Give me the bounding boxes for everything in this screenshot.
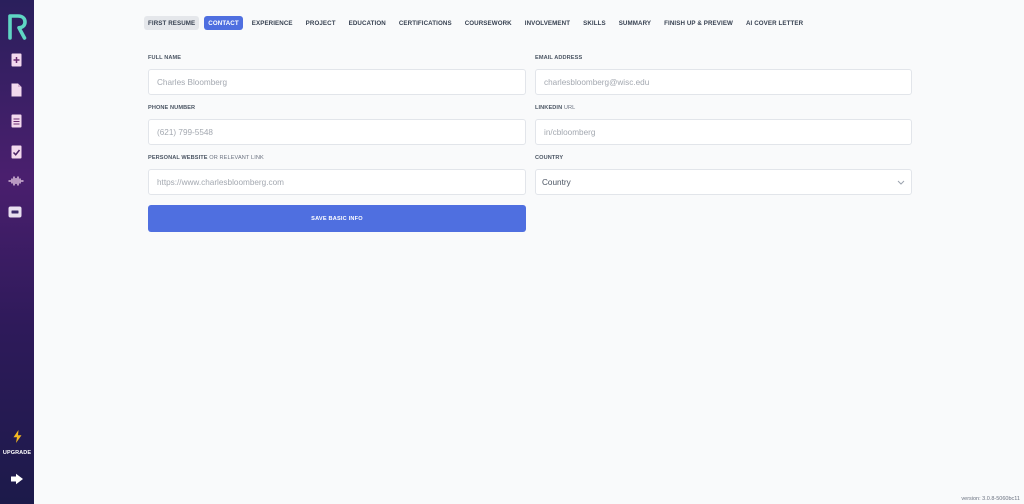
sidebar-item-resumes[interactable]	[9, 82, 23, 98]
website-label-text: PERSONAL WEBSITE	[148, 155, 208, 161]
upgrade-button[interactable]: UPGRADE	[0, 430, 34, 456]
tab-finish-up-preview[interactable]: FINISH UP & PREVIEW	[660, 16, 737, 30]
tab-involvement[interactable]: INVOLVEMENT	[521, 16, 574, 30]
country-label: COUNTRY	[535, 155, 564, 161]
sidebar: UPGRADE	[0, 0, 34, 504]
sidebar-item-chat[interactable]	[8, 204, 22, 220]
tab-experience[interactable]: EXPERIENCE	[248, 16, 297, 30]
sidebar-item-review[interactable]	[9, 144, 23, 160]
phone-label: PHONE NUMBER	[148, 105, 196, 111]
linkedin-label: LINKEDIN URL	[535, 105, 575, 111]
document-lines-icon	[11, 114, 21, 128]
section-tabs: FIRST RESUME CONTACT EXPERIENCE PROJECT …	[144, 16, 807, 30]
tab-ai-cover-letter[interactable]: AI COVER LETTER	[742, 16, 807, 30]
full-name-input[interactable]	[148, 69, 526, 95]
tab-skills[interactable]: SKILLS	[579, 16, 610, 30]
chevron-down-icon	[897, 180, 905, 185]
tab-coursework[interactable]: COURSEWORK	[461, 16, 516, 30]
website-label-suffix: OR RELEVANT LINK	[209, 155, 264, 161]
country-select[interactable]: Country	[535, 169, 912, 195]
tab-summary[interactable]: SUMMARY	[615, 16, 655, 30]
linkedin-input[interactable]	[535, 119, 912, 145]
website-label: PERSONAL WEBSITE OR RELEVANT LINK	[148, 155, 264, 161]
sidebar-item-interview[interactable]	[6, 173, 26, 189]
save-basic-info-button[interactable]: SAVE BASIC INFO	[148, 205, 526, 232]
email-input[interactable]	[535, 69, 912, 95]
tab-contact[interactable]: CONTACT	[204, 16, 243, 30]
chat-icon	[8, 206, 22, 218]
document-check-icon	[11, 145, 21, 159]
tab-project[interactable]: PROJECT	[302, 16, 340, 30]
logout-icon	[11, 473, 23, 485]
app-logo-icon[interactable]	[6, 12, 28, 40]
add-document-icon	[11, 53, 21, 67]
sidebar-item-templates[interactable]	[9, 113, 23, 129]
website-input[interactable]	[148, 169, 526, 195]
email-label: EMAIL ADDRESS	[535, 55, 583, 61]
sidebar-item-new-resume[interactable]	[9, 52, 23, 68]
upgrade-label: UPGRADE	[2, 450, 32, 456]
tab-first-resume[interactable]: FIRST RESUME	[144, 16, 200, 30]
linkedin-label-suffix: URL	[563, 105, 576, 111]
phone-input[interactable]	[148, 119, 526, 145]
country-select-value: Country	[542, 177, 571, 187]
full-name-label: FULL NAME	[148, 55, 182, 61]
document-icon	[11, 83, 21, 97]
lightning-icon	[13, 430, 21, 443]
version-text: version: 3.0.8-5060bc11	[961, 496, 1020, 502]
logout-button[interactable]	[10, 472, 24, 490]
tab-certifications[interactable]: CERTIFICATIONS	[395, 16, 456, 30]
linkedin-label-text: LINKEDIN	[535, 105, 563, 111]
tab-education[interactable]: EDUCATION	[345, 16, 390, 30]
audio-wave-icon	[8, 176, 24, 186]
